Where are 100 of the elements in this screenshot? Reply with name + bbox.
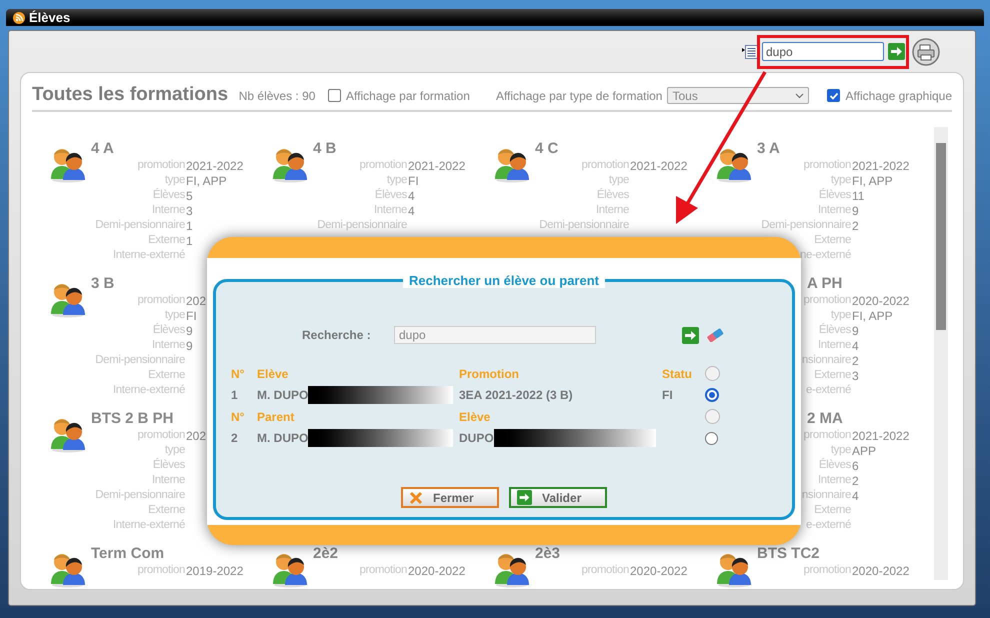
formation-title[interactable]: 2è2	[313, 545, 466, 563]
field-label: Interne-externé	[113, 382, 185, 398]
field-label: type	[830, 172, 851, 188]
field-label: Externe	[814, 232, 851, 248]
go-button[interactable]	[682, 326, 699, 344]
checkbox[interactable]	[827, 89, 840, 102]
field-label: promotion	[803, 292, 851, 308]
formation-title[interactable]: 4 B	[313, 140, 466, 158]
field-value: 2021-2022	[852, 428, 910, 444]
column-header: N°	[231, 366, 244, 383]
field-value: 4	[852, 338, 859, 354]
column-header: Elève	[459, 408, 490, 426]
field-label: promotion	[137, 158, 185, 173]
field-value: 9	[186, 322, 193, 340]
scrollbar-thumb[interactable]	[936, 143, 946, 330]
field-label: Interne	[152, 338, 185, 353]
formation-title[interactable]: BTS TC2	[757, 545, 910, 563]
field-value: 4	[408, 202, 415, 220]
field-value: 9	[186, 338, 193, 354]
search-field[interactable]: dupo	[762, 42, 884, 61]
type-select[interactable]: Tous	[667, 87, 810, 104]
table-cell-text: DUPO	[459, 430, 494, 448]
search-input[interactable]: dupo	[394, 326, 596, 344]
field-value: 2021-2022	[408, 158, 466, 174]
table-cell-text: M. DUPO	[257, 430, 308, 448]
field-value: 1	[186, 218, 193, 234]
field-value: 5	[186, 188, 193, 204]
confirm-button[interactable]: Valider	[509, 487, 607, 508]
field-label: Demi-pensionnaire	[317, 218, 407, 233]
list-icon[interactable]	[742, 44, 758, 58]
field-label: Externe	[148, 502, 185, 518]
field-value: 11	[852, 188, 864, 204]
column-header: Parent	[257, 408, 294, 426]
checkbox-label: Affichage graphique	[845, 88, 952, 104]
field-label: Demi-pensionnaire	[95, 218, 185, 233]
field-label: Élèves	[152, 322, 185, 338]
field-label: Demi-pensionnaire	[95, 352, 185, 368]
field-value: 2019-2022	[186, 562, 244, 580]
field-value: FI, APP	[852, 308, 893, 324]
field-label: e-externé	[806, 518, 851, 533]
field-label: promotion	[359, 562, 407, 578]
field-label: Externe	[814, 368, 851, 383]
field-value: 2021-2022	[186, 158, 244, 174]
field-label: Élèves	[152, 457, 185, 473]
field-value: APP	[852, 442, 876, 460]
field-label: Interne-externé	[113, 518, 185, 533]
field-value: 2	[852, 218, 859, 234]
radio-button[interactable]	[705, 388, 719, 402]
formation-title[interactable]: 3 A	[757, 140, 910, 158]
field-label: Demi-pensionnaire	[761, 218, 851, 233]
formation-title[interactable]: BTS 2 B PH	[91, 410, 206, 428]
field-value: 4	[408, 188, 415, 204]
field-value: 2020-2022	[408, 562, 466, 580]
field-label: promotion	[581, 562, 629, 578]
formation-title[interactable]: 3 B	[91, 275, 206, 293]
field-value: 2020-2022	[852, 292, 910, 310]
radio-button[interactable]	[705, 432, 718, 445]
field-label: Externe	[148, 368, 185, 383]
field-label: promotion	[137, 428, 185, 443]
formation-title[interactable]: 2è3	[535, 545, 688, 563]
field-value: FI, APP	[852, 172, 893, 190]
field-label: Élèves	[596, 187, 629, 203]
printer-icon[interactable]	[912, 38, 940, 66]
formation-title[interactable]: 4 C	[535, 140, 688, 158]
field-label: Élèves	[374, 187, 407, 203]
checkbox-label: Affichage par formation	[346, 88, 470, 104]
field-label: promotion	[803, 562, 851, 578]
field-value: FI	[408, 172, 419, 190]
scrollbar-track[interactable]	[934, 127, 948, 580]
field-value: 2021-2022	[852, 158, 910, 174]
table-cell-text: FI	[662, 387, 673, 404]
field-value: 202	[186, 428, 206, 444]
table-cell-text: 3EA 2021-2022 (3 B)	[459, 387, 573, 404]
field-value: 2020-2022	[852, 562, 910, 580]
field-label: promotion	[803, 158, 851, 173]
column-header: Elève	[257, 366, 288, 383]
field-value: 9	[852, 322, 859, 340]
field-label: Interne	[818, 338, 851, 353]
field-value: FI	[186, 308, 197, 324]
chevron-down-icon	[795, 92, 804, 98]
field-label: type	[608, 172, 629, 188]
field-value: 2	[852, 472, 859, 490]
formation-title[interactable]: 4 A	[91, 140, 244, 158]
go-button[interactable]	[888, 43, 905, 60]
close-button[interactable]: Fermer	[401, 487, 499, 508]
field-value: 4	[852, 488, 859, 504]
checkbox[interactable]	[328, 89, 342, 102]
field-label: Interne	[596, 202, 629, 218]
field-value: 3	[186, 202, 193, 220]
table-cell-text: 2	[231, 430, 238, 448]
field-label: e-externé	[806, 382, 851, 398]
field-value: 6	[852, 458, 859, 474]
field-label: Élèves	[818, 457, 851, 473]
field-label: promotion	[359, 158, 407, 173]
eraser-icon[interactable]	[706, 328, 724, 342]
column-header: N°	[231, 408, 244, 426]
field-label: type	[830, 308, 851, 323]
field-label: Élèves	[152, 187, 185, 203]
field-label: type	[164, 442, 185, 458]
formation-title[interactable]: Term Com	[91, 545, 244, 563]
